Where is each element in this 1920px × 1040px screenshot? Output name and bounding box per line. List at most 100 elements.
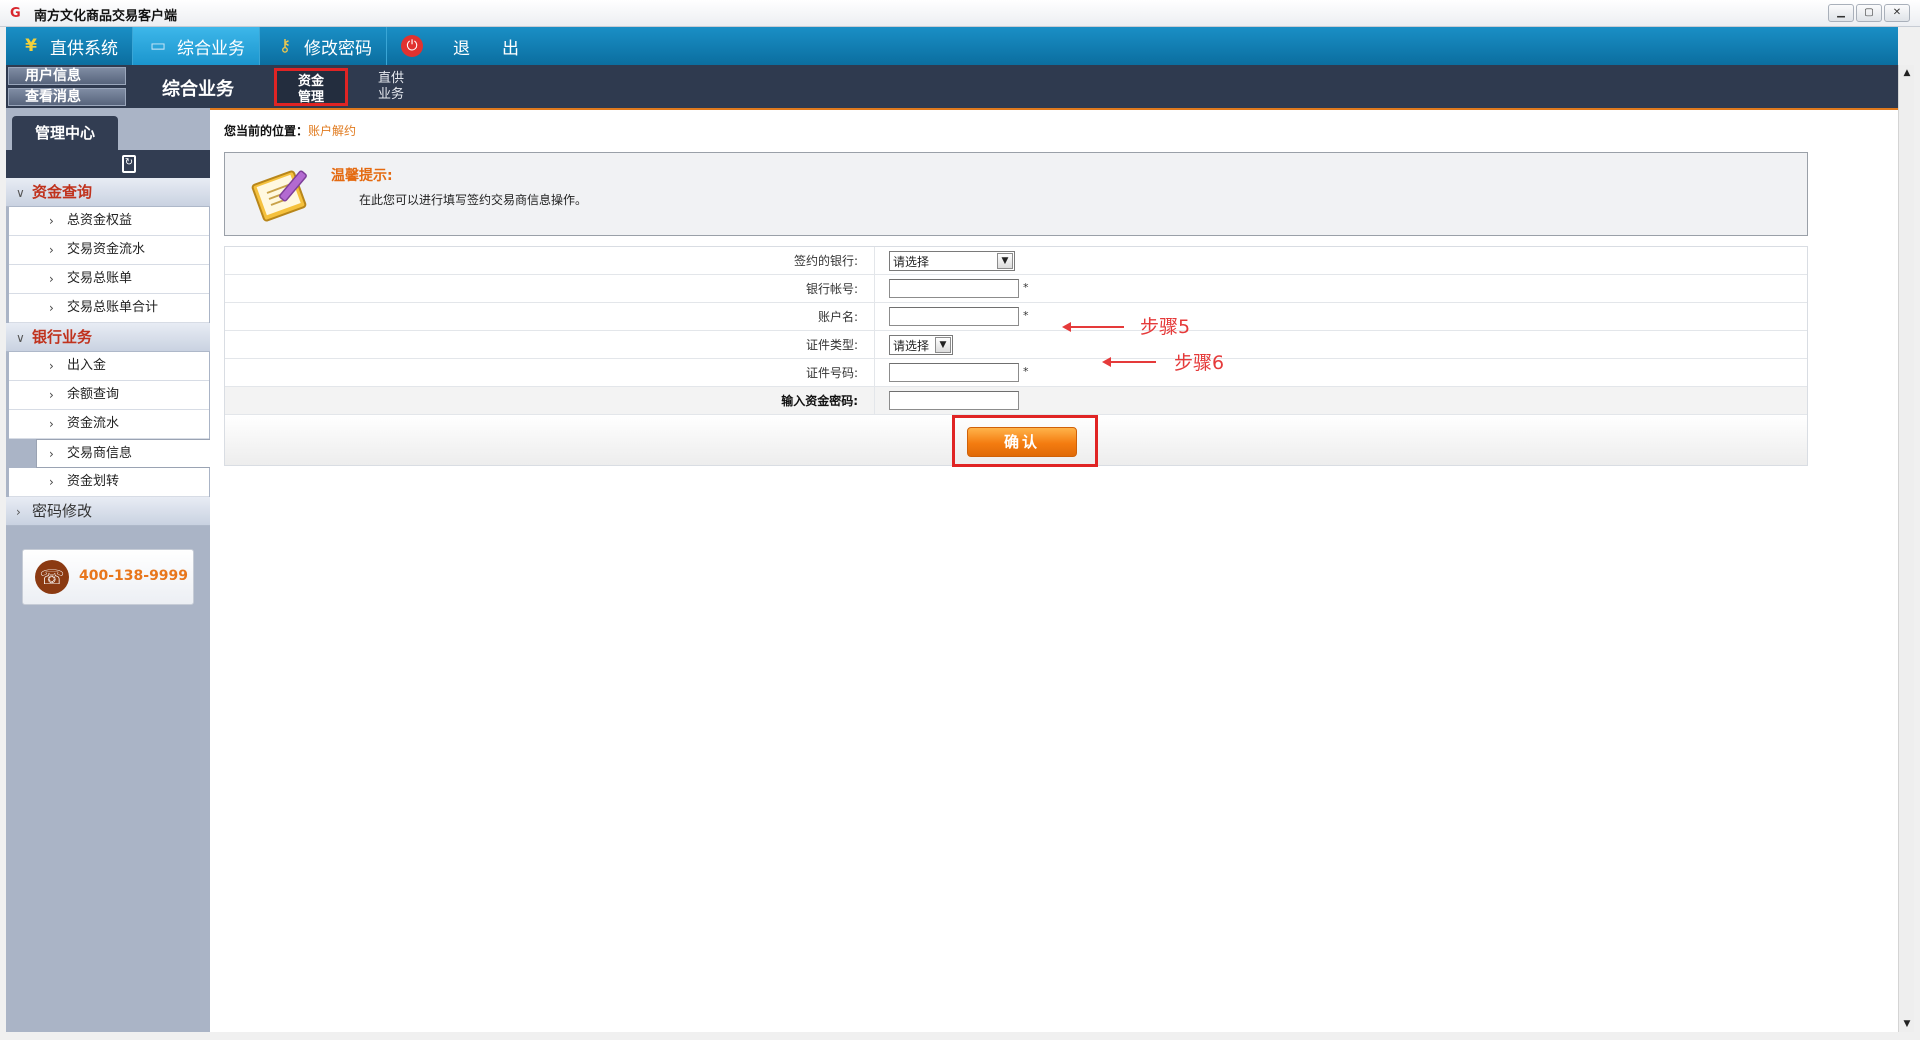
menu-change-password[interactable]: ⚷ 修改密码	[260, 27, 387, 65]
sidebar-item-fund-transfer[interactable]: › 资金划转	[9, 468, 209, 497]
item-label: 出入金	[67, 358, 107, 373]
id-type-select-value: 请选择	[893, 338, 930, 353]
chevron-right-icon: ›	[16, 505, 21, 519]
breadcrumb-current[interactable]: 账户解约	[308, 124, 356, 138]
id-no-label: 证件号码:	[225, 359, 875, 387]
form-row-account-no: 银行帐号: *	[225, 275, 1807, 303]
power-icon: ⏻	[401, 35, 423, 57]
user-buttons: 用户信息 查看消息	[8, 67, 126, 109]
bank-label: 签约的银行:	[225, 247, 875, 275]
step6-arrow	[1102, 357, 1156, 367]
menu-exit[interactable]: ⏻ 退	[387, 27, 484, 65]
notepad-pencil-icon	[251, 170, 307, 222]
tab-line2: 管理	[297, 90, 324, 105]
key-icon: ⚷	[278, 36, 292, 56]
menu-label: 综合业务	[177, 38, 245, 59]
confirm-button[interactable]: 确认	[967, 427, 1077, 457]
main-content: 您当前的位置：账户解约 温馨提示: 在此您可以进行填写签约交易商信息操作。 签约…	[210, 108, 1898, 1032]
bank-select[interactable]: 请选择 ▼	[889, 251, 1015, 271]
minimize-icon[interactable]: ▁	[1828, 4, 1854, 22]
group-label: 资金查询	[32, 183, 93, 201]
menu-label: 修改密码	[304, 38, 372, 59]
item-label: 交易资金流水	[67, 242, 146, 257]
form-row-password: 输入资金密码:	[225, 387, 1807, 415]
account-no-input[interactable]	[889, 279, 1019, 298]
tab-line2: 业务	[377, 87, 404, 102]
sidebar-group-password-change[interactable]: › 密码修改	[6, 497, 210, 526]
chevron-down-icon: ∨	[16, 186, 25, 200]
sidebar-group-bank-business[interactable]: ∨ 银行业务	[6, 323, 210, 352]
id-type-select[interactable]: 请选择 ▼	[889, 335, 953, 355]
tab-line1: 直供	[377, 71, 404, 86]
sidebar-item-total-equity[interactable]: › 总资金权益	[9, 207, 209, 236]
chevron-right-icon: ›	[49, 301, 54, 315]
form-button-row: 确认	[225, 415, 1807, 467]
breadcrumb-label: 您当前的位置：	[224, 124, 309, 138]
step6-annotation: 步骤6	[1174, 352, 1225, 374]
sidebar-item-trader-info[interactable]: › 交易商信息	[36, 439, 210, 468]
chevron-down-icon: ∨	[16, 331, 25, 345]
form-row-bank: 签约的银行: 请选择 ▼	[225, 247, 1807, 275]
tip-box: 温馨提示: 在此您可以进行填写签约交易商信息操作。	[224, 152, 1808, 236]
chevron-right-icon: ›	[49, 359, 54, 373]
id-no-input[interactable]	[889, 363, 1019, 382]
tip-text: 在此您可以进行填写签约交易商信息操作。	[359, 193, 588, 207]
item-label: 余额查询	[67, 387, 120, 402]
item-label: 交易总账单合计	[67, 300, 159, 315]
window-title: 南方文化商品交易客户端	[34, 9, 178, 24]
tab-direct-supply-business[interactable]: 直供 业务	[354, 68, 428, 106]
menu-label: 退	[453, 38, 470, 59]
sidebar-group-fund-query[interactable]: ∨ 资金查询	[6, 178, 210, 207]
sidebar: 管理中心 ↻ ∨ 资金查询 › 总资金权益 › 交易资金流水 › 交易总账单 › 交易总账…	[6, 108, 210, 1032]
sidebar-item-fund-flow[interactable]: › 资金流水	[9, 410, 209, 439]
close-icon[interactable]: ✕	[1884, 4, 1910, 22]
hotline-number: 400-138-9999	[79, 568, 189, 584]
account-name-label: 账户名:	[225, 303, 875, 331]
sidebar-item-trade-fund-flow[interactable]: › 交易资金流水	[9, 236, 209, 265]
sidebar-item-trade-ledger[interactable]: › 交易总账单	[9, 265, 209, 294]
scroll-up-icon[interactable]: ▲	[1899, 65, 1915, 81]
chevron-right-icon: ›	[49, 417, 54, 431]
breadcrumb: 您当前的位置：账户解约	[224, 122, 356, 139]
view-messages-button[interactable]: 查看消息	[8, 88, 126, 106]
item-label: 资金划转	[67, 474, 120, 489]
account-name-input[interactable]	[889, 307, 1019, 326]
tab-line1: 资金	[297, 74, 324, 89]
vertical-scrollbar[interactable]: ▲ ▼	[1898, 65, 1914, 1032]
sub-nav-bar: 用户信息 查看消息 综合业务 资金 管理 直供 业务	[6, 65, 1898, 108]
password-label: 输入资金密码:	[225, 387, 875, 415]
clipboard-icon[interactable]: ↻	[122, 155, 136, 173]
app-logo-icon: G	[10, 6, 21, 21]
user-info-button[interactable]: 用户信息	[8, 67, 126, 85]
item-label: 资金流水	[67, 416, 120, 431]
required-mark: *	[1023, 365, 1029, 378]
menu-exit-char[interactable]: 出	[484, 27, 533, 65]
scroll-down-icon[interactable]: ▼	[1899, 1016, 1915, 1032]
bank-select-value: 请选择	[893, 254, 930, 269]
sidebar-item-deposit-withdraw[interactable]: › 出入金	[9, 352, 209, 381]
chevron-right-icon: ›	[49, 447, 54, 461]
group-label: 银行业务	[32, 328, 93, 346]
group-label: 密码修改	[32, 502, 93, 520]
main-menu-bar: ¥ 直供系统 ▭ 综合业务 ⚷ 修改密码 ⏻ 退 出	[6, 27, 1898, 65]
chevron-right-icon: ›	[49, 388, 54, 402]
sidebar-toolbar: ↻	[6, 150, 210, 178]
sidebar-tab[interactable]: 管理中心	[12, 116, 118, 150]
step6-highlight-frame: 确认	[952, 415, 1098, 467]
menu-general-business[interactable]: ▭ 综合业务	[133, 27, 260, 65]
required-mark: *	[1023, 309, 1029, 322]
step5-annotation: 步骤5	[1140, 316, 1191, 338]
chevron-right-icon: ›	[49, 475, 54, 489]
window-controls: ▁ ▢ ✕	[1828, 4, 1910, 22]
chevron-down-icon: ▼	[997, 253, 1013, 269]
maximize-icon[interactable]: ▢	[1856, 4, 1882, 22]
window-titlebar: G 南方文化商品交易客户端 ▁ ▢ ✕	[0, 0, 1920, 27]
menu-direct-supply[interactable]: ¥ 直供系统	[6, 27, 133, 65]
sidebar-item-trade-ledger-total[interactable]: › 交易总账单合计	[9, 294, 209, 323]
fund-password-input[interactable]	[889, 391, 1019, 410]
account-no-label: 银行帐号:	[225, 275, 875, 303]
form-row-id-no: 证件号码: *	[225, 359, 1807, 387]
tab-fund-management[interactable]: 资金 管理	[274, 68, 348, 106]
sidebar-item-balance-query[interactable]: › 余额查询	[9, 381, 209, 410]
trader-info-form: 签约的银行: 请选择 ▼ 银行帐号: * 账户名: * 证件类型: 请选择 ▼ …	[224, 246, 1808, 467]
